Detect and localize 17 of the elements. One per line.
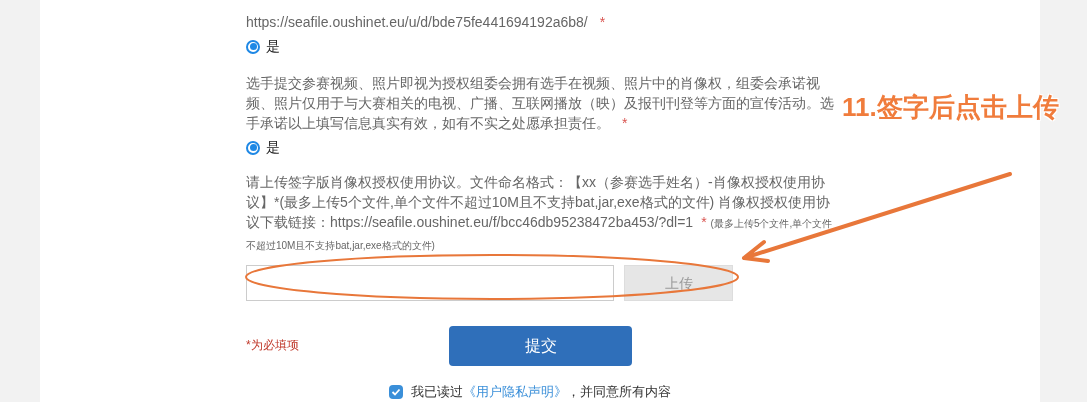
question-text: https://seafile.oushinet.eu/u/d/bde75fe441694192a6b8/ * — [246, 13, 607, 32]
question-text: 选手提交参赛视频、照片即视为授权组委会拥有选手在视频、照片中的肖像权，组委会承诺视频、照片仅用于与大赛相关的电视、广播、互联网播放（映）及报刊刊登等方面的宣传活动。选手承诺以上填写信息真实有效，如有不实之处愿承担责任。 * — [246, 74, 835, 133]
option-label: 是 — [266, 138, 280, 157]
radio-button[interactable] — [246, 140, 260, 155]
check-icon — [391, 386, 401, 397]
upload-instructions: 请上传签字版肖像权授权使用协议。文件命名格式：【xx（参赛选手姓名）-肖像权授权使用协议】*(最多上传5个文件,单个文件不超过10M且不支持bat,jar,exe格式的文件) 肖像权授权使用协议下载链接：https://seafile.oushinet.eu/f/bcc46db95238472ba453/?dl=1 * (最多上传5个文件,单个文件不超过10M且不支持bat,jar,exe格式的文件) — [246, 173, 834, 253]
file-field[interactable] — [246, 265, 614, 301]
agreement-text: 我已读过 — [411, 383, 463, 401]
required-note: *为必填项 — [246, 337, 300, 354]
submit-button[interactable]: 提交 — [449, 326, 632, 366]
radio-button[interactable] — [246, 39, 260, 54]
option-label: 是 — [266, 37, 280, 56]
annotation-text: 11.签字后点击上传 — [842, 91, 1059, 124]
checkbox[interactable] — [389, 384, 403, 399]
agreement-text: ，并同意所有内容 — [567, 383, 671, 401]
privacy-link[interactable]: 《用户隐私声明》 — [463, 382, 567, 402]
upload-button[interactable]: 上传 — [624, 265, 733, 301]
